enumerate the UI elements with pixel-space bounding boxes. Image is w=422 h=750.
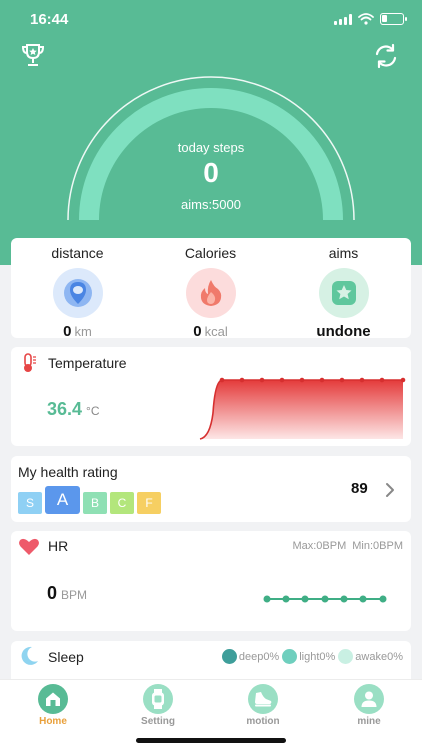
- distance-value: 0: [63, 323, 72, 340]
- chevron-right-icon[interactable]: [383, 482, 397, 498]
- light-label: light0%: [299, 650, 336, 663]
- signal-icon: [334, 13, 352, 25]
- health-rating-card[interactable]: My health rating S A B C F 89: [11, 456, 411, 522]
- home-indicator: [136, 738, 286, 743]
- watch-icon: [143, 684, 173, 714]
- tab-home[interactable]: Home: [13, 684, 93, 727]
- battery-icon: [380, 13, 407, 25]
- health-score: 89: [351, 480, 368, 497]
- summary-card: distance 0 km Calories 0 kcal aims undon…: [11, 238, 411, 340]
- deep-label: deep0%: [238, 650, 280, 663]
- home-icon: [38, 684, 68, 714]
- grade-f: F: [137, 492, 161, 514]
- temperature-title: Temperature: [48, 355, 127, 371]
- temperature-chart: [199, 377, 406, 440]
- calories-title: Calories: [184, 245, 237, 261]
- heart-rate-card[interactable]: HR Max:0BPM Min:0BPM 0 BPM: [11, 531, 411, 631]
- user-icon: [354, 684, 384, 714]
- moon-icon: [21, 646, 38, 665]
- heart-icon: [19, 538, 39, 555]
- hr-title: HR: [48, 538, 69, 554]
- light-dot: [282, 649, 298, 664]
- sleep-legend: deep0% light0% awake0%: [221, 649, 403, 664]
- thermometer-icon: [24, 353, 36, 372]
- location-pin-icon: [52, 268, 103, 318]
- temperature-unit: °C: [86, 404, 100, 418]
- distance-title: distance: [51, 245, 104, 261]
- tab-setting-label: Setting: [141, 716, 175, 727]
- tab-mine-label: mine: [357, 716, 381, 727]
- tab-setting[interactable]: Setting: [118, 684, 198, 727]
- distance-item[interactable]: distance 0 km: [11, 238, 144, 340]
- grade-c: C: [110, 492, 134, 514]
- hr-chart: [263, 595, 387, 603]
- tab-motion-label: motion: [246, 716, 280, 727]
- grade-scale: S A B C F: [18, 486, 161, 514]
- hr-min: Min:0BPM: [352, 540, 403, 552]
- flame-icon: [185, 268, 236, 318]
- sync-icon[interactable]: [372, 42, 400, 70]
- hr-unit: BPM: [61, 588, 88, 602]
- temperature-value: 36.4: [47, 399, 83, 419]
- tab-home-label: Home: [39, 716, 67, 727]
- hr-max: Max:0BPM: [292, 540, 347, 552]
- grade-a: A: [45, 486, 80, 514]
- shoe-icon: [248, 684, 278, 714]
- status-bar: 16:44: [0, 0, 422, 40]
- distance-unit: km: [74, 324, 92, 339]
- star-badge-icon: [318, 268, 369, 318]
- steps-aim: aims:5000: [181, 197, 241, 212]
- awake-dot: [338, 649, 354, 664]
- today-steps-label: today steps: [177, 140, 245, 155]
- sleep-title: Sleep: [48, 649, 84, 665]
- calories-value: 0: [193, 323, 202, 340]
- temperature-card[interactable]: Temperature 36.4 °C: [11, 347, 411, 446]
- awake-label: awake0%: [355, 650, 403, 663]
- status-time: 16:44: [30, 11, 69, 28]
- grade-b: B: [83, 492, 107, 514]
- tab-motion[interactable]: motion: [223, 684, 303, 727]
- tab-mine[interactable]: mine: [329, 684, 409, 727]
- calories-unit: kcal: [204, 324, 228, 339]
- health-rating-title: My health rating: [18, 464, 118, 480]
- calories-item[interactable]: Calories 0 kcal: [144, 238, 277, 340]
- hr-value: 0: [47, 583, 58, 603]
- grade-s: S: [18, 492, 42, 514]
- trophy-icon[interactable]: [20, 42, 46, 68]
- deep-dot: [221, 649, 237, 664]
- aims-title: aims: [328, 245, 359, 261]
- today-steps-value: 0: [203, 157, 219, 188]
- aims-status: undone: [316, 323, 371, 340]
- aims-item[interactable]: aims undone: [277, 238, 410, 340]
- wifi-icon: [358, 13, 374, 25]
- header: 16:44 today steps 0 aims:5000: [0, 0, 422, 265]
